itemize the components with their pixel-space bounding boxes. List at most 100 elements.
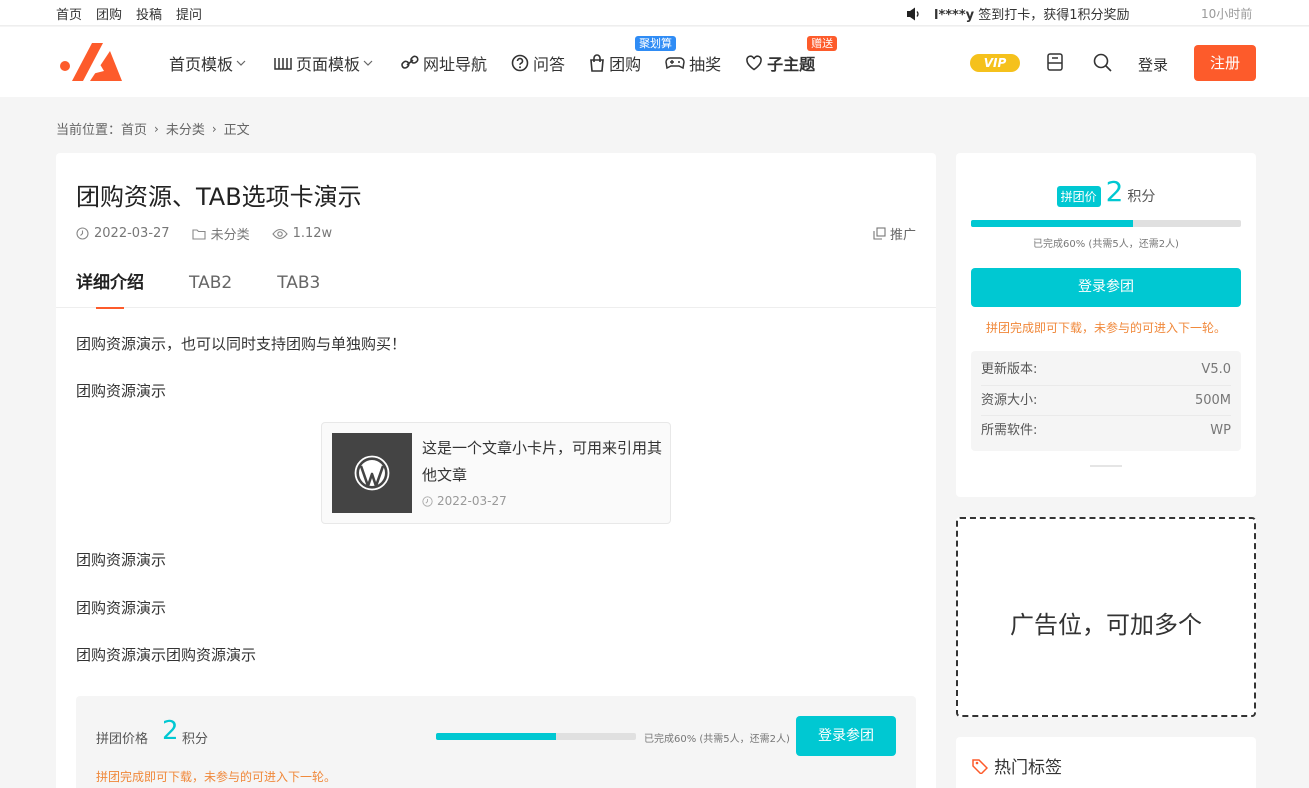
heart-icon xyxy=(746,55,762,71)
nav-item-group-buy[interactable]: 聚划算 团购 xyxy=(589,36,677,75)
nav-item-label: 网址导航 xyxy=(423,55,488,74)
nav-item-qa[interactable]: 问答 xyxy=(511,51,565,75)
nav-item-url-nav[interactable]: 网址导航 xyxy=(401,51,487,75)
bag-icon xyxy=(590,54,604,72)
breadcrumb-category[interactable]: 未分类 xyxy=(166,119,205,138)
notice-text[interactable]: l****y 签到打卡，获得1积分奖励 xyxy=(934,4,1130,23)
folder-icon xyxy=(192,228,206,240)
article-title: 团购资源、TAB选项卡演示 xyxy=(76,183,362,211)
chevron-down-icon xyxy=(363,60,373,66)
sidebar-price-value: 2 xyxy=(1105,175,1124,208)
nav-item-label: 问答 xyxy=(533,55,566,74)
card-thumbnail xyxy=(332,433,412,513)
badge-juhuasuan: 聚划算 xyxy=(635,36,677,51)
site-logo[interactable] xyxy=(58,37,124,87)
group-buy-box: 拼团价格 2 积分 已完成60% (共需5人，还需2人) 登录参团 拼团完成即可… xyxy=(76,696,916,788)
meta-views-text: 1.12w xyxy=(292,226,333,241)
group-progress-fill xyxy=(436,733,556,740)
nav-item-home-templates[interactable]: 首页模板 xyxy=(169,51,250,75)
nav-item-label: 团购 xyxy=(609,55,642,74)
meta-category[interactable]: 未分类 xyxy=(192,224,250,243)
tag-icon xyxy=(972,758,988,774)
vip-badge[interactable]: VIP xyxy=(970,54,1020,72)
breadcrumb-current: 正文 xyxy=(223,123,250,138)
link-icon xyxy=(401,55,419,69)
promote-button[interactable]: 推广 xyxy=(873,224,916,243)
top-bar: 首页 团购 投稿 提问 l****y 签到打卡，获得1积分奖励 10小时前 xyxy=(0,0,1309,26)
nav-item-label: 首页模板 xyxy=(169,55,234,74)
resource-info: 更新版本: V5.0 资源大小: 500M 所需软件: WP xyxy=(971,351,1241,451)
meta-date-text: 2022-03-27 xyxy=(94,226,170,241)
join-group-button[interactable]: 登录参团 xyxy=(796,716,896,756)
top-link-group[interactable]: 团购 xyxy=(96,4,122,23)
sidebar-price: 拼团价 2 积分 xyxy=(956,175,1256,208)
article-card: 团购资源、TAB选项卡演示 2022-03-27 未分类 1.12w 推广 详细… xyxy=(56,153,936,788)
top-link-home[interactable]: 首页 xyxy=(56,4,82,23)
notice-user: l****y xyxy=(934,8,975,23)
sidebar-price-tag: 拼团价 xyxy=(1056,186,1101,207)
search-icon[interactable] xyxy=(1093,53,1112,72)
question-icon xyxy=(511,54,529,72)
paragraph: 团购资源演示 xyxy=(76,382,167,400)
article-mini-card[interactable]: 这是一个文章小卡片，可用来引用其他文章 2022-03-27 xyxy=(321,422,671,524)
paragraph: 团购资源演示 xyxy=(76,599,167,617)
paragraph: 团购资源演示团购资源演示 xyxy=(76,646,257,664)
nav-item-page-templates[interactable]: 页面模板 xyxy=(274,51,377,75)
chevron-right-icon: › xyxy=(211,121,217,136)
promote-label: 推广 xyxy=(889,228,916,243)
ad-text: 广告位，可加多个 xyxy=(1010,611,1202,639)
tab-tab3[interactable]: TAB3 xyxy=(277,263,320,308)
info-key: 所需软件: xyxy=(981,423,1038,438)
paragraph: 团购资源演示 xyxy=(76,551,167,569)
meta-category-text: 未分类 xyxy=(210,228,250,243)
clock-icon xyxy=(76,227,89,240)
top-link-ask[interactable]: 提问 xyxy=(176,4,202,23)
group-price-value: 2 xyxy=(162,716,179,746)
login-link[interactable]: 登录 xyxy=(1138,54,1168,75)
book-icon xyxy=(274,58,292,70)
top-link-submit[interactable]: 投稿 xyxy=(136,4,162,23)
nav-item-child-theme[interactable]: 赠送 子主题 xyxy=(745,36,838,75)
group-hint: 拼团完成即可下载，未参与的可进入下一轮。 xyxy=(96,770,337,784)
tab-details[interactable]: 详细介绍 xyxy=(76,263,144,309)
copy-icon xyxy=(873,227,886,240)
wordpress-icon xyxy=(354,455,390,491)
tab-tab2[interactable]: TAB2 xyxy=(189,263,232,308)
card-date: 2022-03-27 xyxy=(422,494,507,508)
notice: l****y 签到打卡，获得1积分奖励 xyxy=(906,4,1130,23)
sign-in-icon[interactable] xyxy=(1046,52,1064,72)
paragraph: 团购资源演示，也可以同时支持团购与单独购买！ xyxy=(76,335,407,353)
sidebar-price-unit: 积分 xyxy=(1127,189,1156,205)
sidebar-progress-text: 已完成60% (共需5人，还需2人) xyxy=(1033,239,1179,250)
group-price-unit: 积分 xyxy=(182,732,209,747)
sidebar-progress-fill xyxy=(971,220,1133,227)
sidebar-hint: 拼团完成即可下载，未参与的可进入下一轮。 xyxy=(985,321,1226,335)
info-key: 更新版本: xyxy=(981,362,1038,377)
top-links: 首页 团购 投稿 提问 xyxy=(56,4,202,23)
breadcrumb-home[interactable]: 首页 xyxy=(121,119,147,138)
group-price-label: 拼团价格 xyxy=(96,732,149,747)
card-title: 这是一个文章小卡片，可用来引用其他文章 xyxy=(422,439,663,484)
hot-tags-widget: 热门标签 xyxy=(956,737,1256,788)
register-button[interactable]: 注册 xyxy=(1194,45,1256,81)
sidebar-join-group-button[interactable]: 登录参团 xyxy=(971,268,1241,307)
nav-menu: 首页模板 页面模板 网址导航 问答 聚划算 团购 抽奖 赠送 子主题 xyxy=(169,36,839,75)
sidebar-progress-bar xyxy=(971,220,1241,227)
divider xyxy=(1090,465,1122,467)
info-key: 资源大小: xyxy=(981,392,1038,408)
info-value: WP xyxy=(1210,423,1231,438)
sidebar-group-widget: 拼团价 2 积分 已完成60% (共需5人，还需2人) 登录参团 拼团完成即可下… xyxy=(956,153,1256,497)
article-meta: 2022-03-27 未分类 1.12w xyxy=(76,224,354,243)
ad-slot[interactable]: 广告位，可加多个 xyxy=(956,517,1256,717)
nav-item-lottery[interactable]: 抽奖 xyxy=(665,51,721,75)
breadcrumb-prefix: 当前位置： xyxy=(56,123,122,138)
group-progress-bar xyxy=(436,733,636,740)
badge-gift: 赠送 xyxy=(807,36,838,51)
nav-item-label: 子主题 xyxy=(767,55,816,74)
notice-message: 签到打卡，获得1积分奖励 xyxy=(974,8,1130,23)
notice-time: 10小时前 xyxy=(1201,7,1253,21)
info-row-size: 资源大小: 500M xyxy=(981,386,1231,416)
article-tabs: 详细介绍 TAB2 TAB3 xyxy=(56,263,936,309)
chevron-right-icon: › xyxy=(154,121,159,136)
info-row-version: 更新版本: V5.0 xyxy=(981,355,1231,386)
